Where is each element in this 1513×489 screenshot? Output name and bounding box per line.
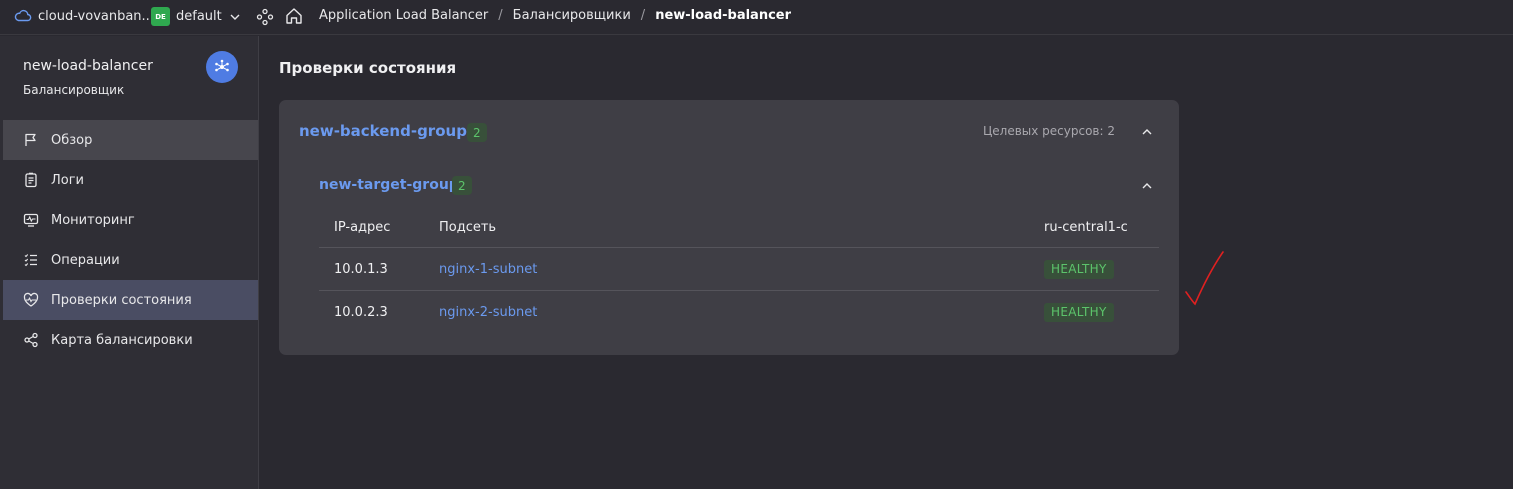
checkmark-annotation-icon <box>1185 251 1224 306</box>
home-icon[interactable] <box>284 6 304 30</box>
cloud-selector[interactable]: cloud-vovanban... <box>14 7 154 25</box>
chevron-up-icon[interactable] <box>1140 125 1154 143</box>
column-header-subnet: Подсеть <box>439 220 497 235</box>
top-bar: cloud-vovanban... DE default Application… <box>0 0 1513 35</box>
sidebar: new-load-balancer Балансировщик Обзор Ло… <box>0 36 259 489</box>
backend-group-link[interactable]: new-backend-group <box>299 122 467 140</box>
column-header-zone: ru-central1-c <box>1044 220 1128 235</box>
sidebar-item-overview[interactable]: Обзор <box>3 120 258 160</box>
target-resources-count: Целевых ресурсов: 2 <box>982 124 1115 138</box>
breadcrumb-item-current: new-load-balancer <box>655 8 792 23</box>
table-row: 10.0.2.3 nginx-2-subnet HEALTHY <box>319 291 1159 334</box>
sidebar-item-label: Карта балансировки <box>51 332 193 348</box>
breadcrumb-separator: / <box>498 8 503 23</box>
status-badge: HEALTHY <box>1044 259 1114 279</box>
cloud-name: cloud-vovanban... <box>38 8 154 24</box>
resource-type: Балансировщик <box>23 83 125 97</box>
sidebar-item-label: Операции <box>51 252 120 268</box>
status-badge: HEALTHY <box>1044 303 1114 322</box>
cloud-icon <box>14 9 32 22</box>
folder-name: default <box>176 9 222 24</box>
sidebar-nav: Обзор Логи Мониторинг Операции Проверки … <box>3 120 258 360</box>
breadcrumb-item-balancers[interactable]: Балансировщики <box>513 8 631 23</box>
services-icon[interactable] <box>256 8 274 30</box>
sidebar-item-label: Мониторинг <box>51 212 135 228</box>
sidebar-item-label: Обзор <box>51 132 93 148</box>
chevron-up-icon[interactable] <box>1140 179 1154 197</box>
folder-badge: DE <box>151 7 170 26</box>
map-nodes-icon <box>24 332 38 348</box>
sidebar-item-health-checks[interactable]: Проверки состояния <box>3 280 258 320</box>
sidebar-item-label: Логи <box>51 172 85 188</box>
sidebar-item-label: Проверки состояния <box>51 292 192 308</box>
breadcrumb-separator: / <box>640 8 646 23</box>
operations-icon <box>24 254 37 267</box>
heart-pulse-icon <box>23 292 39 307</box>
target-group-link[interactable]: new-target-group <box>319 177 459 193</box>
health-table: IP-адрес Подсеть ru-central1-c 10.0.1.3 … <box>319 208 1159 334</box>
subnet-link[interactable]: nginx-1-subnet <box>439 262 537 277</box>
ip-address: 10.0.2.3 <box>334 305 388 320</box>
subnet-link[interactable]: nginx-2-subnet <box>439 305 537 320</box>
ip-address: 10.0.1.3 <box>334 261 388 277</box>
resource-title: new-load-balancer <box>23 58 153 74</box>
breadcrumb-item-alb[interactable]: Application Load Balancer <box>319 8 488 23</box>
table-row: 10.0.1.3 nginx-1-subnet HEALTHY <box>319 248 1159 291</box>
backend-group-card: new-backend-group 2 Целевых ресурсов: 2 … <box>279 100 1179 355</box>
folder-selector[interactable]: DE default <box>151 7 242 26</box>
backend-group-count-badge: 2 <box>467 123 487 142</box>
flag-icon <box>25 133 36 146</box>
sidebar-item-monitoring[interactable]: Мониторинг <box>3 200 258 240</box>
column-header-ip: IP-адрес <box>334 220 391 235</box>
sidebar-item-balancing-map[interactable]: Карта балансировки <box>3 320 258 360</box>
logs-icon <box>25 172 37 188</box>
breadcrumb: Application Load Balancer / Балансировщи… <box>319 8 791 23</box>
table-header: IP-адрес Подсеть ru-central1-c <box>319 208 1159 248</box>
load-balancer-icon <box>206 51 238 83</box>
chevron-down-icon <box>230 14 240 20</box>
sidebar-item-logs[interactable]: Логи <box>3 160 258 200</box>
page-title: Проверки состояния <box>279 59 457 77</box>
target-group-count-badge: 2 <box>452 176 472 195</box>
sidebar-item-operations[interactable]: Операции <box>3 240 258 280</box>
monitoring-icon <box>23 213 39 227</box>
